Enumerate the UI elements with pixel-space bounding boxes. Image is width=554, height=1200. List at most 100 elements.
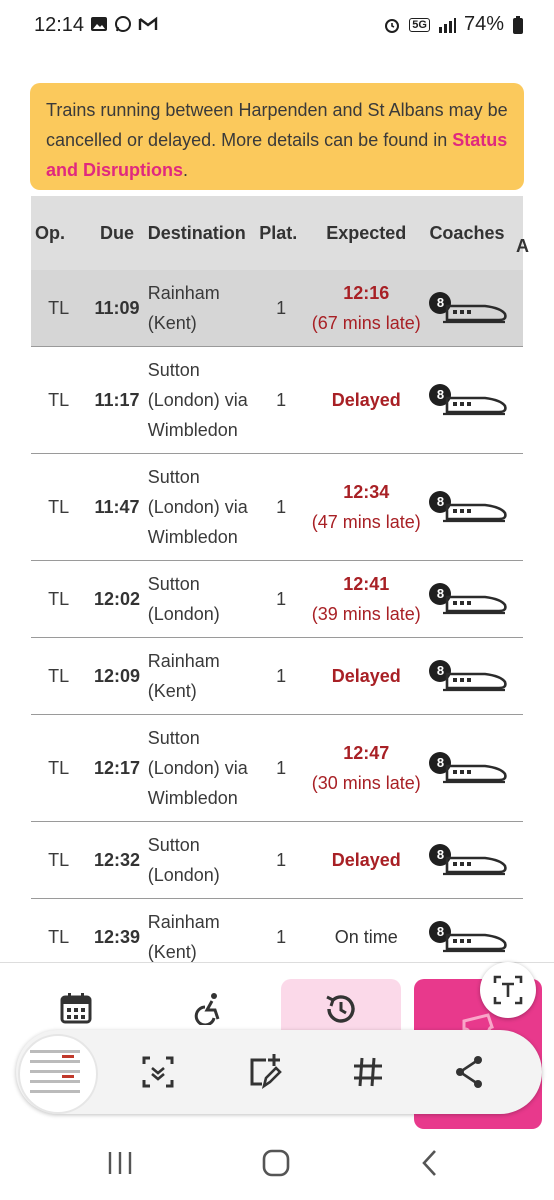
accessibility-icon	[194, 993, 220, 1025]
system-nav-bar	[0, 1132, 554, 1200]
destination-line: Rainham	[147, 282, 220, 303]
text-extract-button[interactable]	[480, 962, 536, 1018]
train-icon	[443, 933, 508, 952]
destination-line: Wimbledon	[147, 419, 238, 440]
calendar-icon	[60, 993, 92, 1024]
table-row[interactable]: TL 11:09 Rainham (Kent) 1 12:16 (67 mins late)…	[31, 270, 523, 347]
operator-cell: TL	[31, 270, 87, 347]
destination-line: Sutton	[147, 466, 200, 487]
expected-status: Delayed	[331, 849, 401, 870]
battery-icon	[513, 15, 523, 34]
train-icon	[443, 856, 508, 875]
platform-cell: 1	[259, 346, 304, 454]
expected-note: (47 mins late)	[311, 511, 421, 532]
destination-line: (London)	[147, 864, 220, 885]
expected-cell: 12:41 (39 mins late)	[303, 560, 430, 638]
coaches-indicator: 8	[429, 843, 509, 876]
coaches-cell: 8	[429, 453, 523, 561]
platform-cell: 1	[259, 637, 304, 715]
departures-table: Op. Due Destination Plat. Expected Coach…	[31, 196, 523, 976]
notification-icons	[90, 15, 158, 33]
destination-line: (Kent)	[147, 941, 197, 962]
table-row[interactable]: TL 11:47 Sutton (London) via Wimbledon 1 12:34…	[31, 453, 523, 561]
destination-line: Wimbledon	[147, 526, 238, 547]
screenshot-thumbnail[interactable]	[18, 1034, 98, 1114]
due-cell: 12:32	[86, 821, 148, 899]
history-icon	[326, 995, 355, 1023]
expected-time: 12:41	[343, 573, 390, 594]
train-icon	[443, 672, 508, 691]
battery-percent: 74%	[463, 13, 504, 35]
add-edit-icon[interactable]	[244, 1052, 284, 1092]
destination-line: Sutton	[147, 727, 200, 748]
expected-note: (39 mins late)	[311, 603, 421, 624]
destination-line: Sutton	[147, 359, 200, 380]
table-row[interactable]: TL 12:02 Sutton (London) 1 12:41 (39 mins late…	[31, 560, 523, 638]
header-plat: Plat.	[259, 222, 298, 243]
header-coaches: Coaches	[429, 222, 505, 243]
header-destination: Destination	[147, 222, 246, 243]
due-cell: 11:17	[86, 346, 148, 454]
coaches-cell: 8	[429, 560, 523, 638]
expected-time: 12:47	[343, 742, 390, 763]
table-row[interactable]: TL 12:09 Rainham (Kent) 1 Delayed 8	[31, 637, 523, 715]
expected-note: (30 mins late)	[311, 772, 421, 793]
due-cell: 11:47	[86, 453, 148, 561]
expected-cell: 12:47 (30 mins late)	[303, 714, 430, 822]
expected-note: (67 mins late)	[311, 312, 421, 333]
destination-line: (Kent)	[147, 312, 197, 333]
back-icon[interactable]	[416, 1148, 446, 1178]
train-icon	[443, 304, 508, 323]
header-due: Due	[99, 222, 134, 243]
operator-cell: TL	[31, 453, 87, 561]
hashtag-icon[interactable]	[348, 1052, 388, 1092]
due-cell: 12:02	[86, 560, 148, 638]
network-type: 5G	[409, 17, 430, 32]
expected-status: Delayed	[331, 665, 401, 686]
due-cell: 12:17	[86, 714, 148, 822]
recents-icon[interactable]	[105, 1148, 135, 1178]
expected-cell: Delayed	[303, 821, 430, 899]
expected-time: 12:34	[343, 481, 390, 502]
status-time: 12:14	[34, 14, 85, 36]
destination-line: (London) via	[147, 389, 248, 410]
status-bar: 12:14 5G 74%	[0, 0, 554, 56]
platform-cell: 1	[259, 714, 304, 822]
alarm-icon	[385, 18, 400, 33]
disruption-alert: Trains running between Harpenden and St …	[30, 83, 524, 190]
coaches-cell: 8	[429, 821, 523, 899]
operator-cell: TL	[31, 560, 87, 638]
screenshot-toolbar	[16, 1030, 542, 1114]
platform-cell: 1	[259, 560, 304, 638]
operator-cell: TL	[31, 637, 87, 715]
expected-cell: 12:34 (47 mins late)	[303, 453, 430, 561]
destination-cell: Rainham (Kent)	[147, 270, 260, 347]
platform-cell: 1	[259, 821, 304, 899]
signal-icon	[438, 17, 456, 33]
share-icon[interactable]	[450, 1052, 490, 1092]
home-icon[interactable]	[261, 1148, 291, 1178]
gallery-icon	[91, 17, 107, 31]
expected-cell: 12:16 (67 mins late)	[303, 270, 430, 347]
destination-cell: Sutton (London) via Wimbledon	[147, 714, 260, 822]
coaches-indicator: 8	[429, 751, 509, 784]
header-expected: Expected	[326, 222, 407, 243]
platform-cell: 1	[259, 453, 304, 561]
destination-line: Sutton	[147, 573, 200, 594]
operator-cell: TL	[31, 821, 87, 899]
gmail-icon	[138, 16, 158, 30]
destination-line: (London) via	[147, 757, 248, 778]
coaches-cell: 8	[429, 270, 523, 347]
coaches-indicator: 8	[429, 383, 509, 416]
coaches-indicator: 8	[429, 291, 509, 324]
alert-suffix: .	[183, 160, 189, 180]
expected-time: 12:16	[343, 282, 390, 303]
expected-status: On time	[334, 926, 398, 947]
expected-cell: Delayed	[303, 637, 430, 715]
coaches-indicator: 8	[429, 920, 509, 953]
table-row[interactable]: TL 11:17 Sutton (London) via Wimbledon 1 Delay…	[31, 346, 523, 454]
operator-cell: TL	[31, 346, 87, 454]
table-row[interactable]: TL 12:17 Sutton (London) via Wimbledon 1 12:47…	[31, 714, 523, 822]
table-row[interactable]: TL 12:32 Sutton (London) 1 Delayed 8	[31, 821, 523, 899]
scan-icon[interactable]	[138, 1052, 178, 1092]
